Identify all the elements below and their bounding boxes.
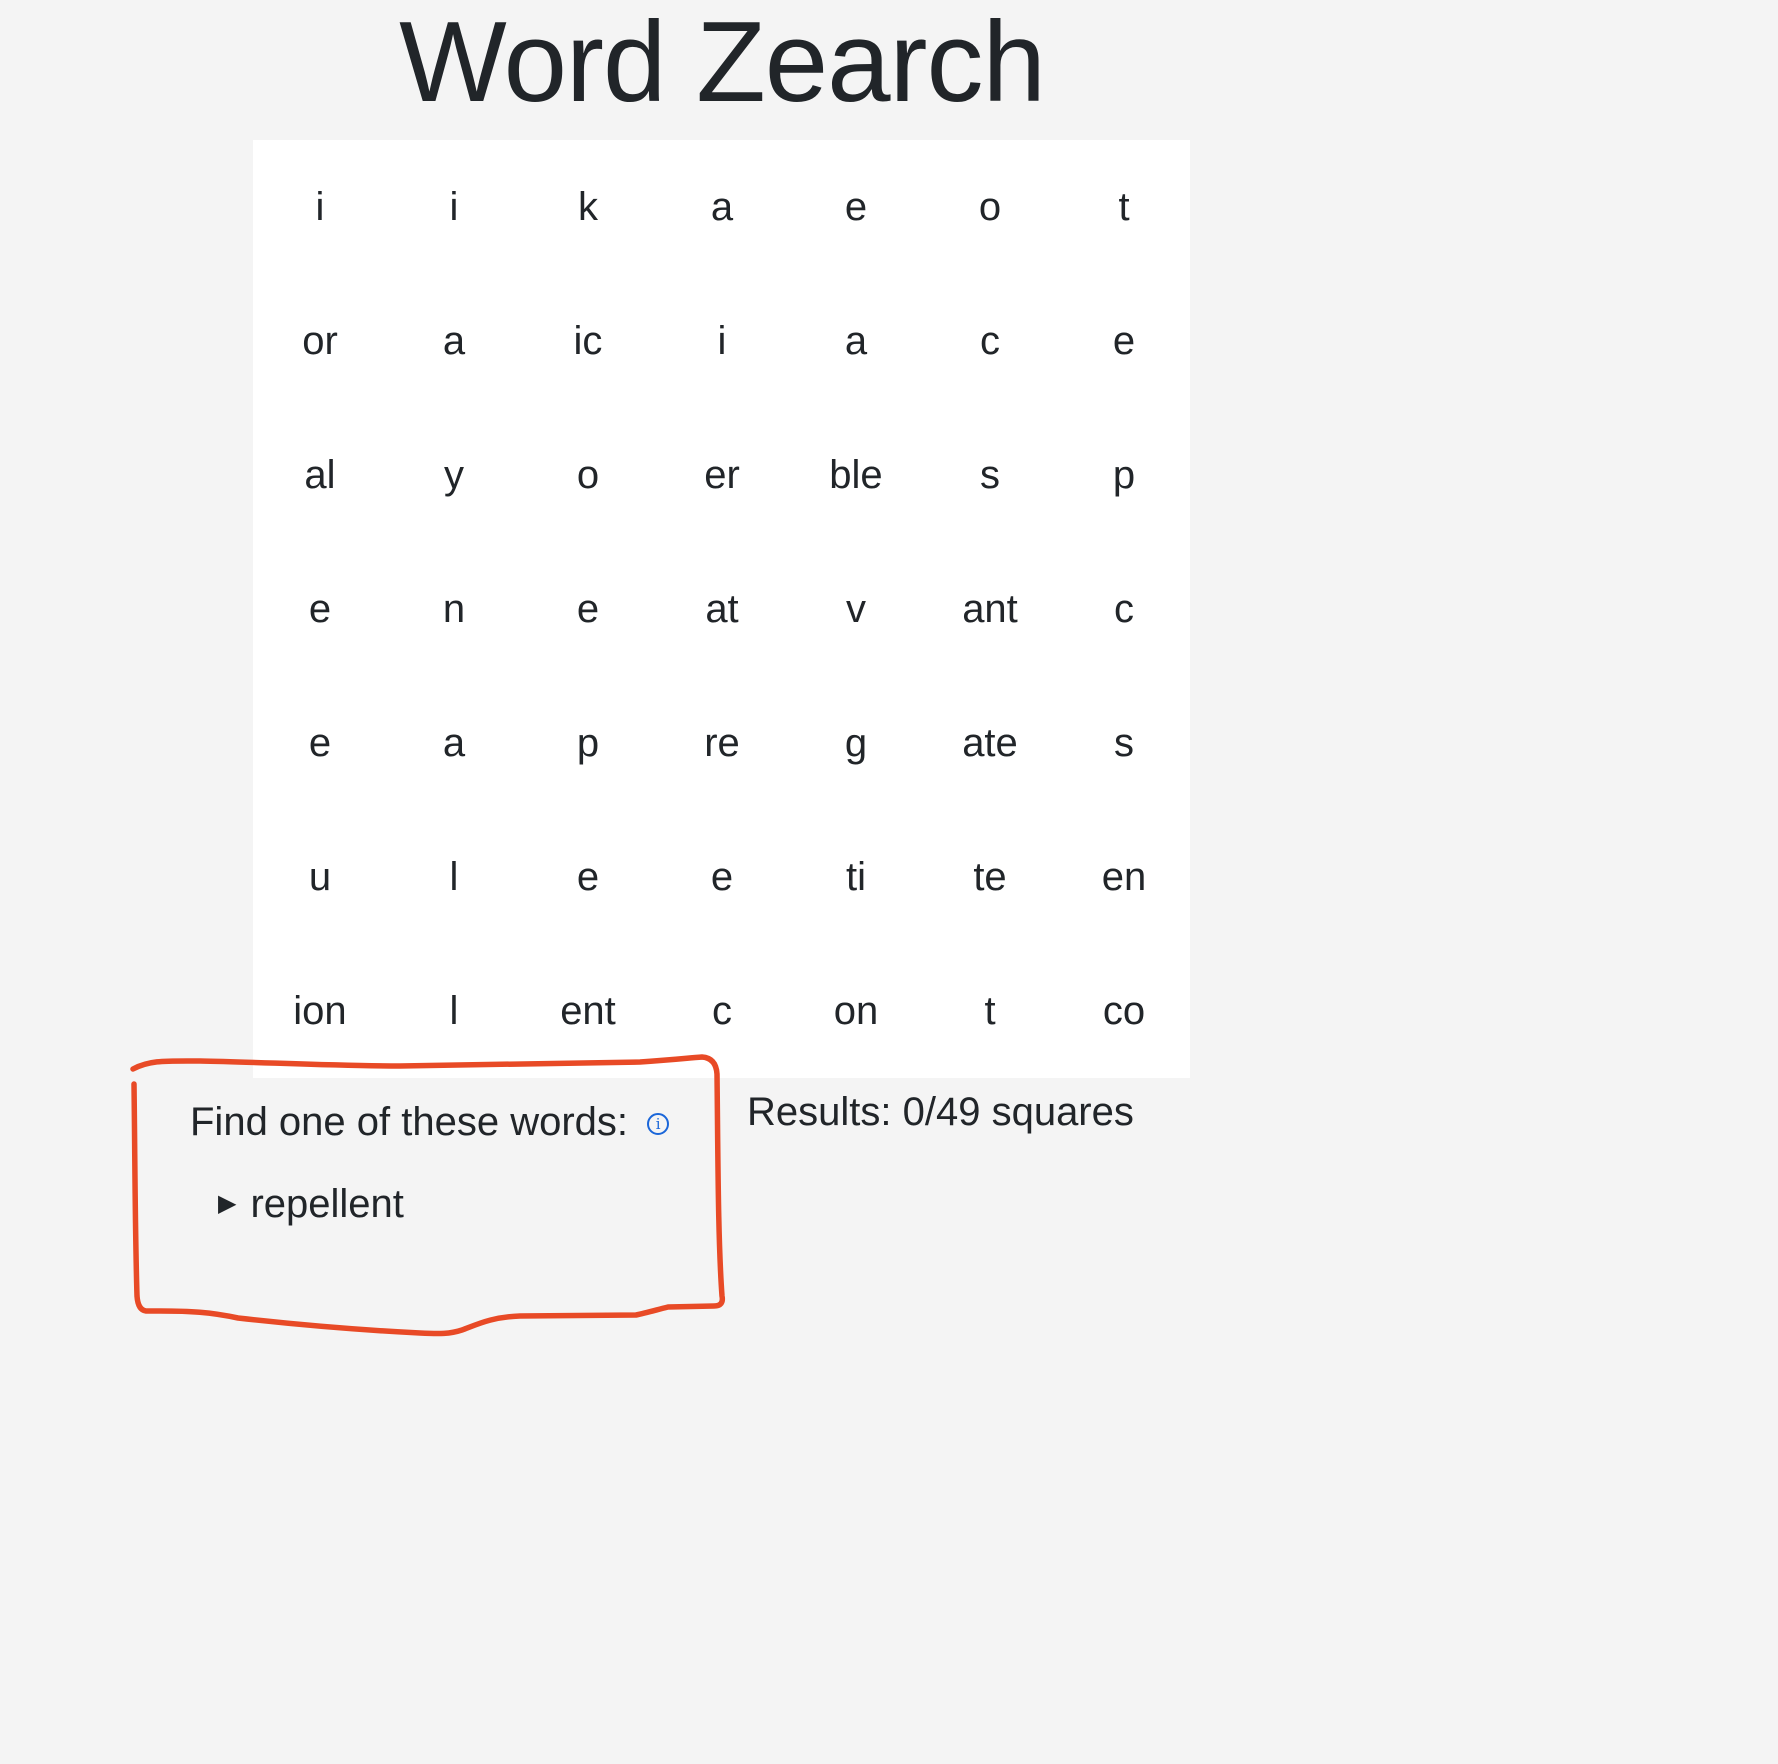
grid-cell[interactable]: i xyxy=(655,274,789,408)
grid-cell[interactable]: ic xyxy=(521,274,655,408)
grid-cell[interactable]: or xyxy=(253,274,387,408)
grid-cell[interactable]: ti xyxy=(789,810,923,944)
grid-cell[interactable]: e xyxy=(789,140,923,274)
grid-cell[interactable]: c xyxy=(923,274,1057,408)
grid-cell[interactable]: e xyxy=(521,810,655,944)
grid-cell[interactable]: al xyxy=(253,408,387,542)
word-list-item[interactable]: ▶ repellent xyxy=(218,1180,710,1228)
word-label: repellent xyxy=(250,1182,404,1226)
word-grid: i i k a e o t or a ic i a c e al y o er ble s p e n e at v ant c e a p… xyxy=(253,140,1190,1078)
grid-cell[interactable]: t xyxy=(923,944,1057,1078)
grid-cell[interactable]: e xyxy=(521,542,655,676)
grid-cell[interactable]: l xyxy=(387,944,521,1078)
grid-cell[interactable]: ant xyxy=(923,542,1057,676)
grid-cell[interactable]: e xyxy=(1057,274,1191,408)
grid-cell[interactable]: er xyxy=(655,408,789,542)
grid-cell[interactable]: c xyxy=(655,944,789,1078)
grid-cell[interactable]: re xyxy=(655,676,789,810)
grid-cell[interactable]: co xyxy=(1057,944,1191,1078)
grid-cell[interactable]: ent xyxy=(521,944,655,1078)
grid-cell[interactable]: te xyxy=(923,810,1057,944)
grid-cell[interactable]: en xyxy=(1057,810,1191,944)
grid-cell[interactable]: a xyxy=(387,274,521,408)
grid-cell[interactable]: e xyxy=(253,676,387,810)
grid-cell[interactable]: i xyxy=(387,140,521,274)
results-text: Results: 0/49 squares xyxy=(747,1090,1134,1134)
grid-cell[interactable]: e xyxy=(655,810,789,944)
grid-cell[interactable]: i xyxy=(253,140,387,274)
info-glyph: i xyxy=(647,1113,670,1135)
grid-cell[interactable]: at xyxy=(655,542,789,676)
word-panel: Find one of these words: i ▶ repellent xyxy=(190,1098,710,1228)
grid-cell[interactable]: on xyxy=(789,944,923,1078)
grid-cell[interactable]: e xyxy=(253,542,387,676)
grid-cell[interactable]: o xyxy=(923,140,1057,274)
grid-cell[interactable]: a xyxy=(789,274,923,408)
grid-cell[interactable]: ion xyxy=(253,944,387,1078)
grid-cell[interactable]: o xyxy=(521,408,655,542)
grid-cell[interactable]: ate xyxy=(923,676,1057,810)
grid-cell[interactable]: t xyxy=(1057,140,1191,274)
grid-cell[interactable]: l xyxy=(387,810,521,944)
info-icon[interactable]: i xyxy=(647,1098,670,1146)
grid-cell[interactable]: g xyxy=(789,676,923,810)
grid-cell[interactable]: ble xyxy=(789,408,923,542)
grid-cell[interactable]: a xyxy=(655,140,789,274)
grid-cell[interactable]: s xyxy=(923,408,1057,542)
page-title: Word Zearch xyxy=(399,0,1046,126)
find-label-row: Find one of these words: i xyxy=(190,1098,710,1146)
grid-cell[interactable]: c xyxy=(1057,542,1191,676)
word-list: ▶ repellent xyxy=(190,1180,710,1228)
grid-cell[interactable]: s xyxy=(1057,676,1191,810)
grid-cell[interactable]: v xyxy=(789,542,923,676)
grid-cell[interactable]: p xyxy=(521,676,655,810)
find-label: Find one of these words: xyxy=(190,1100,629,1144)
grid-cell[interactable]: n xyxy=(387,542,521,676)
expand-triangle-icon: ▶ xyxy=(218,1190,237,1217)
grid-cell[interactable]: u xyxy=(253,810,387,944)
grid-cell[interactable]: y xyxy=(387,408,521,542)
grid-cell[interactable]: k xyxy=(521,140,655,274)
grid-cell[interactable]: a xyxy=(387,676,521,810)
grid-cell[interactable]: p xyxy=(1057,408,1191,542)
